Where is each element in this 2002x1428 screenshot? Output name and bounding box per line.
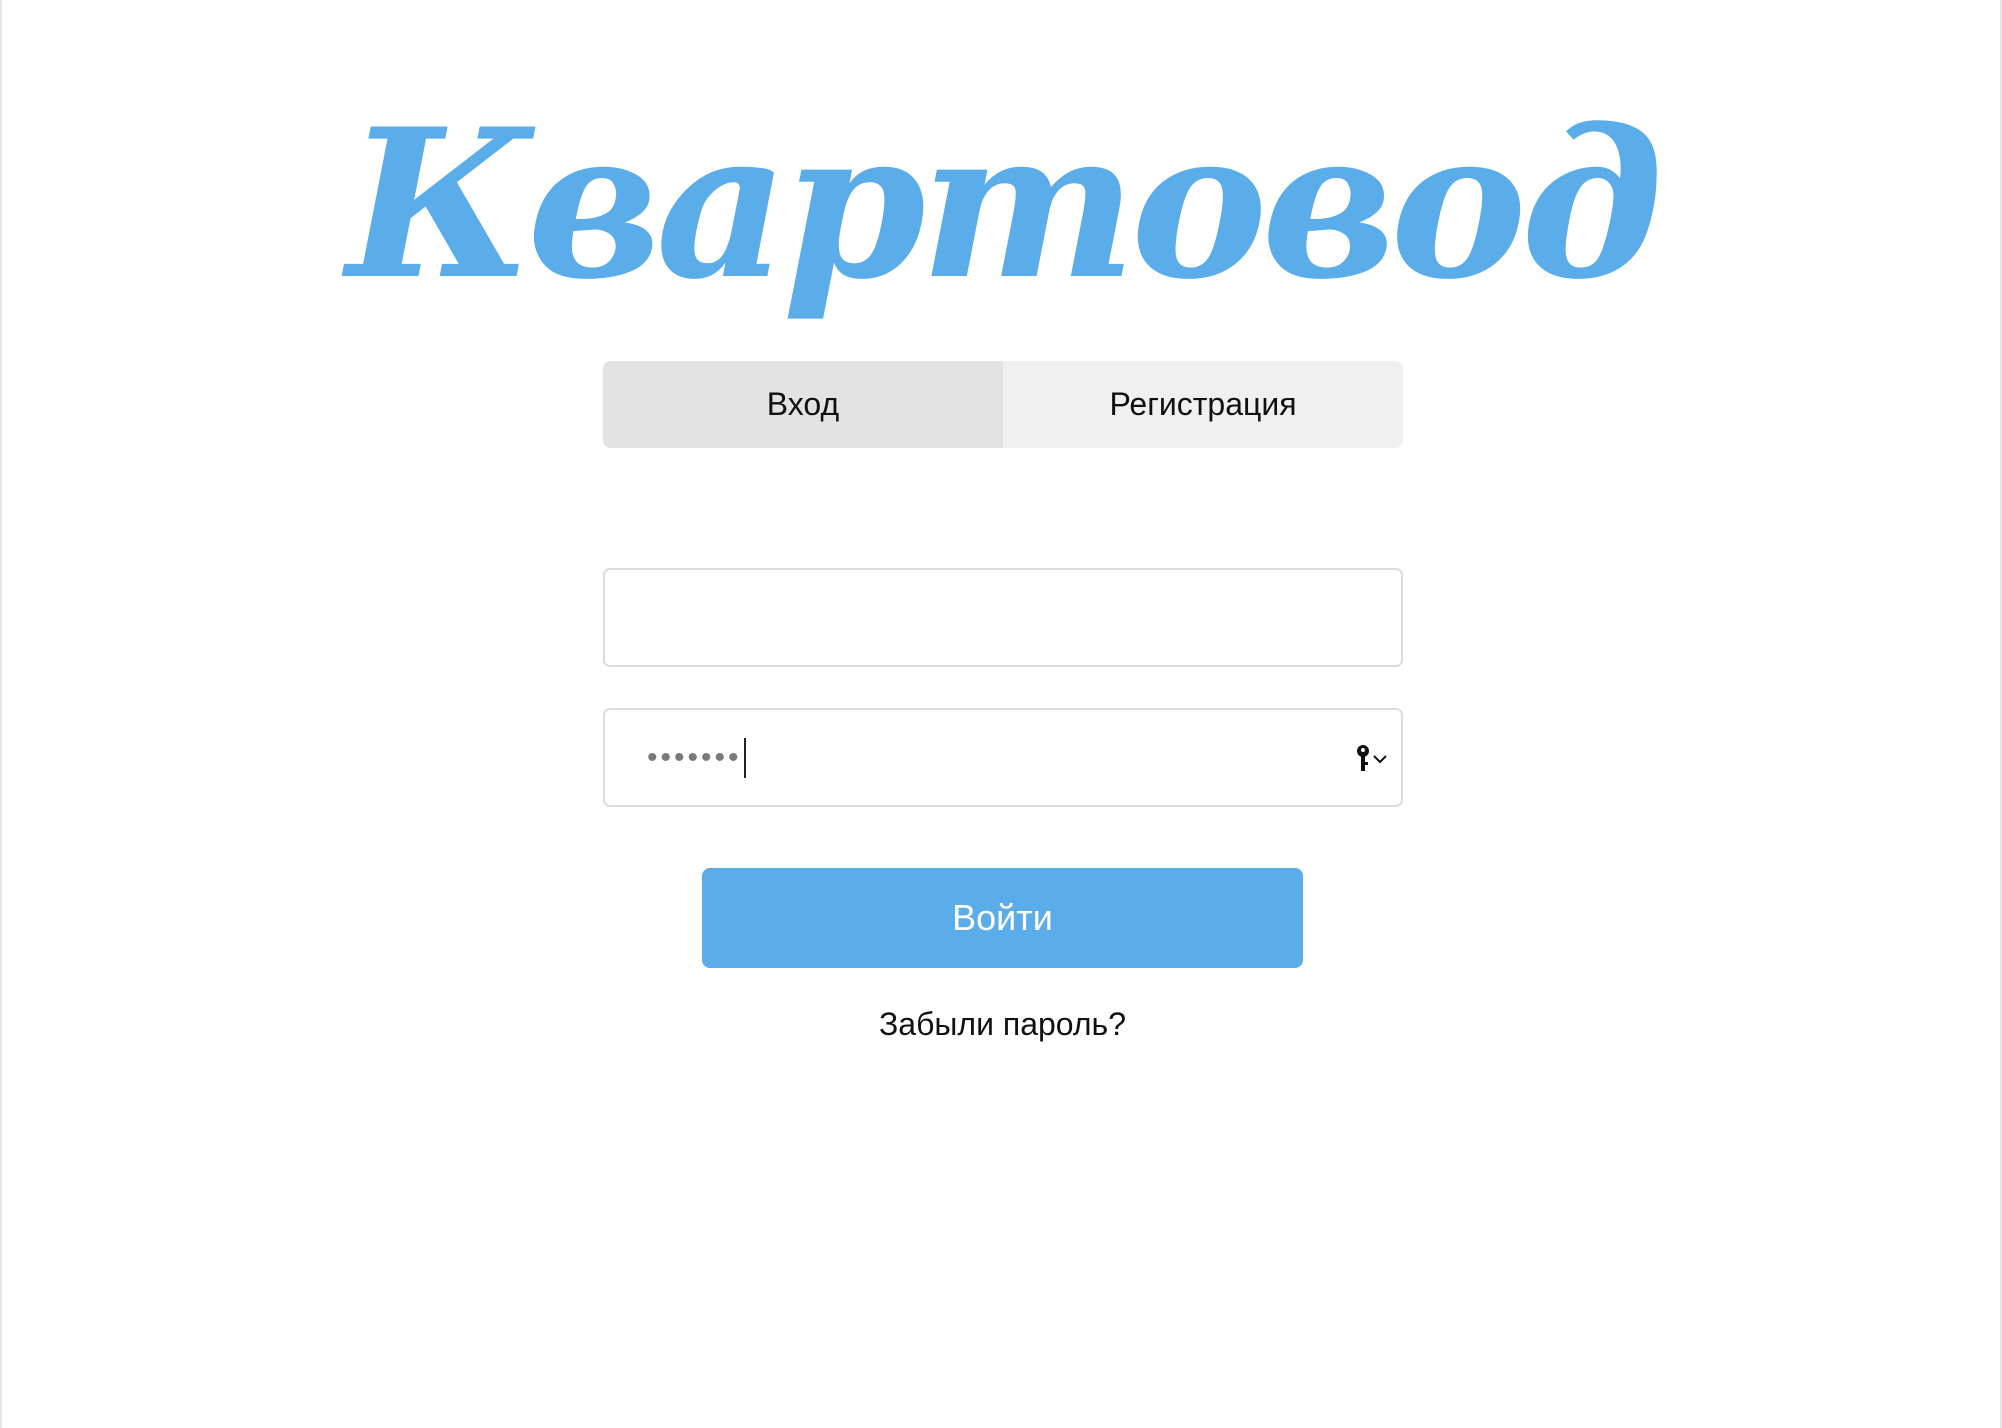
logo-text: Квартовод <box>346 84 1664 325</box>
tab-login[interactable]: Вход <box>603 361 1003 448</box>
tab-registration[interactable]: Регистрация <box>1003 361 1403 448</box>
login-page: Квартовод Вход Регистрация ••••••• Войти… <box>0 0 2002 1428</box>
password-field[interactable]: ••••••• <box>603 708 1403 807</box>
auth-tabs: Вход Регистрация <box>603 361 1403 448</box>
forgot-password-link[interactable]: Забыли пароль? <box>702 1006 1303 1043</box>
login-input[interactable] <box>605 570 1401 665</box>
chevron-down-icon <box>1371 744 1389 779</box>
login-button[interactable]: Войти <box>702 868 1303 968</box>
key-icon <box>1355 744 1371 779</box>
logo: Квартовод <box>347 60 1664 350</box>
password-mask: ••••••• <box>647 740 742 774</box>
login-field <box>603 568 1403 667</box>
text-caret <box>743 737 746 778</box>
keychain-autofill-button[interactable] <box>1355 744 1393 779</box>
password-input[interactable]: ••••••• <box>647 710 746 805</box>
